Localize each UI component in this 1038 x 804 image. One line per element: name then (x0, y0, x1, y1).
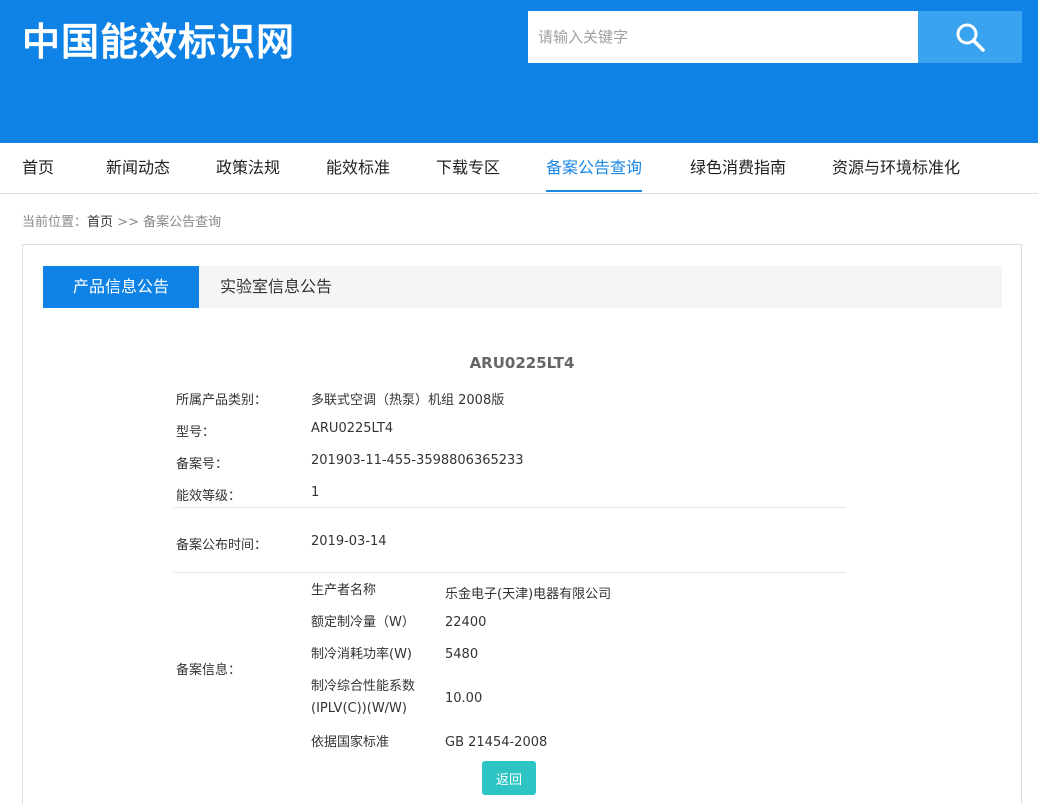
breadcrumb-current: 备案公告查询 (143, 215, 222, 230)
info-label-manufacturer: 生产者名称 (311, 583, 377, 598)
breadcrumb: 当前位置：首页 >> 备案公告查询 (22, 211, 221, 230)
nav-item-news[interactable]: 新闻动态 (106, 143, 170, 194)
search-input[interactable] (528, 11, 918, 63)
divider (173, 507, 846, 508)
back-button[interactable]: 返回 (482, 761, 536, 795)
info-value-national-standard: GB 21454-2008 (445, 735, 548, 750)
tab-lab-info[interactable]: 实验室信息公告 (199, 266, 353, 308)
breadcrumb-prefix: 当前位置： (22, 215, 88, 230)
main-nav: 首页 新闻动态 政策法规 能效标准 下载专区 备案公告查询 绿色消费指南 资源与… (0, 143, 1038, 194)
field-value-efficiency-grade: 1 (311, 485, 320, 500)
divider (173, 572, 846, 573)
search-button[interactable] (918, 11, 1022, 63)
tab-bar: 产品信息公告 实验室信息公告 (43, 266, 1002, 308)
info-label-cooling-power: 制冷消耗功率(W) (311, 647, 412, 662)
search-icon (956, 23, 985, 52)
nav-item-resources[interactable]: 资源与环境标准化 (832, 143, 960, 194)
info-value-cooling-capacity: 22400 (445, 615, 487, 630)
field-value-model: ARU0225LT4 (311, 421, 394, 436)
tab-product-info[interactable]: 产品信息公告 (43, 266, 199, 308)
field-label-record-info: 备案信息： (176, 663, 242, 678)
site-logo[interactable]: 中国能效标识网 (22, 18, 295, 66)
field-label-publish-date: 备案公布时间： (176, 538, 268, 553)
info-label-cooling-capacity: 额定制冷量（W） (311, 615, 415, 630)
info-value-manufacturer: 乐金电子(天津)电器有限公司 (445, 587, 612, 602)
field-value-record-number: 201903-11-455-3598806365233 (311, 453, 524, 468)
record-title: ARU0225LT4 (469, 354, 575, 372)
info-value-iplv: 10.00 (445, 691, 483, 706)
nav-item-home[interactable]: 首页 (22, 143, 54, 194)
nav-item-downloads[interactable]: 下载专区 (436, 143, 500, 194)
content-panel: 产品信息公告 实验室信息公告 ARU0225LT4 所属产品类别： 多联式空调（… (22, 244, 1022, 804)
header-bar: 中国能效标识网 (0, 0, 1038, 143)
field-label-record-number: 备案号： (176, 457, 229, 472)
info-label-national-standard: 依据国家标准 (311, 735, 390, 750)
nav-item-record-query[interactable]: 备案公告查询 (546, 143, 643, 194)
field-label-model: 型号： (176, 425, 216, 440)
field-label-efficiency-grade: 能效等级： (176, 489, 242, 504)
info-value-cooling-power: 5480 (445, 647, 479, 662)
field-value-category: 多联式空调（热泵）机组 2008版 (311, 393, 505, 408)
info-label-iplv: 制冷综合性能系数(IPLV(C))(W/W) (311, 679, 416, 716)
nav-item-standards[interactable]: 能效标准 (326, 143, 390, 194)
breadcrumb-separator: >> (117, 215, 139, 230)
nav-item-green-guide[interactable]: 绿色消费指南 (690, 143, 786, 194)
nav-item-policy[interactable]: 政策法规 (216, 143, 280, 194)
field-value-publish-date: 2019-03-14 (311, 534, 387, 549)
field-label-category: 所属产品类别： (176, 393, 268, 408)
breadcrumb-home[interactable]: 首页 (87, 215, 113, 230)
